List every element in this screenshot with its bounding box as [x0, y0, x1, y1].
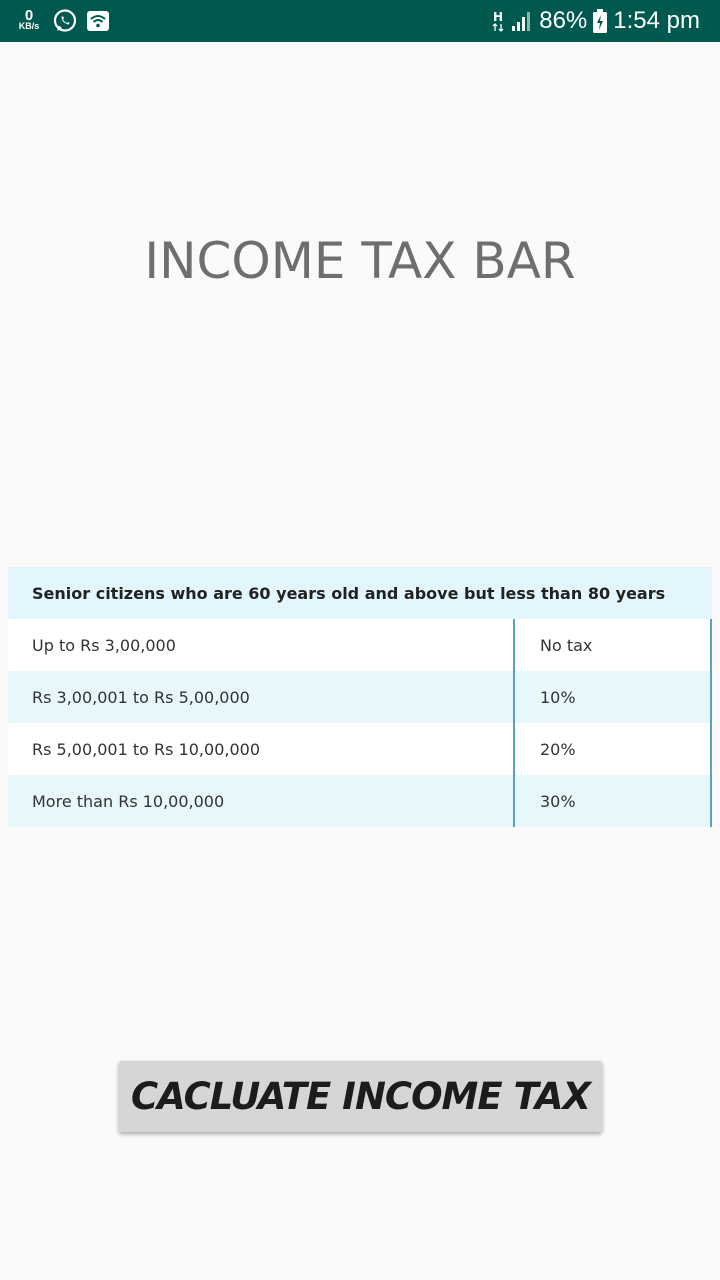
tax-rate-cell: 30% — [515, 775, 712, 827]
battery-percent: 86% — [539, 7, 588, 34]
tax-rate-cell: No tax — [515, 619, 712, 671]
table-header: Senior citizens who are 60 years old and… — [8, 567, 712, 619]
status-bar-right: H 86% 1:54 pm — [491, 4, 700, 38]
table-row: Rs 5,00,001 to Rs 10,00,000 20% — [8, 723, 712, 775]
wifi-icon — [86, 10, 110, 32]
tax-rate-cell: 20% — [515, 723, 712, 775]
table-row: Rs 3,00,001 to Rs 5,00,000 10% — [8, 671, 712, 723]
income-range-cell: Up to Rs 3,00,000 — [8, 619, 515, 671]
page-title: INCOME TAX BAR — [144, 232, 576, 290]
table-row: Up to Rs 3,00,000 No tax — [8, 619, 712, 671]
status-bar: 0 KB/s H 86% 1:54 pm — [0, 0, 720, 42]
income-range-cell: Rs 5,00,001 to Rs 10,00,000 — [8, 723, 515, 775]
net-speed-value: 0 — [24, 7, 34, 24]
net-speed-unit: KB/s — [18, 21, 40, 31]
network-type-icon: H — [491, 8, 505, 34]
battery-charging-icon — [593, 9, 608, 33]
net-speed-indicator: 0 KB/s — [14, 7, 44, 32]
calculate-income-tax-button[interactable]: CACLUATE INCOME TAX — [119, 1061, 602, 1132]
network-type-label: H — [493, 10, 503, 24]
table-row: More than Rs 10,00,000 30% — [8, 775, 712, 827]
tax-rate-cell: 10% — [515, 671, 712, 723]
whatsapp-icon — [52, 8, 78, 34]
clock-time: 1:54 pm — [613, 7, 700, 34]
income-range-cell: Rs 3,00,001 to Rs 5,00,000 — [8, 671, 515, 723]
tax-slab-table: Senior citizens who are 60 years old and… — [8, 567, 712, 827]
income-range-cell: More than Rs 10,00,000 — [8, 775, 515, 827]
signal-strength-icon — [511, 10, 533, 32]
status-bar-left: 0 KB/s — [14, 4, 110, 38]
